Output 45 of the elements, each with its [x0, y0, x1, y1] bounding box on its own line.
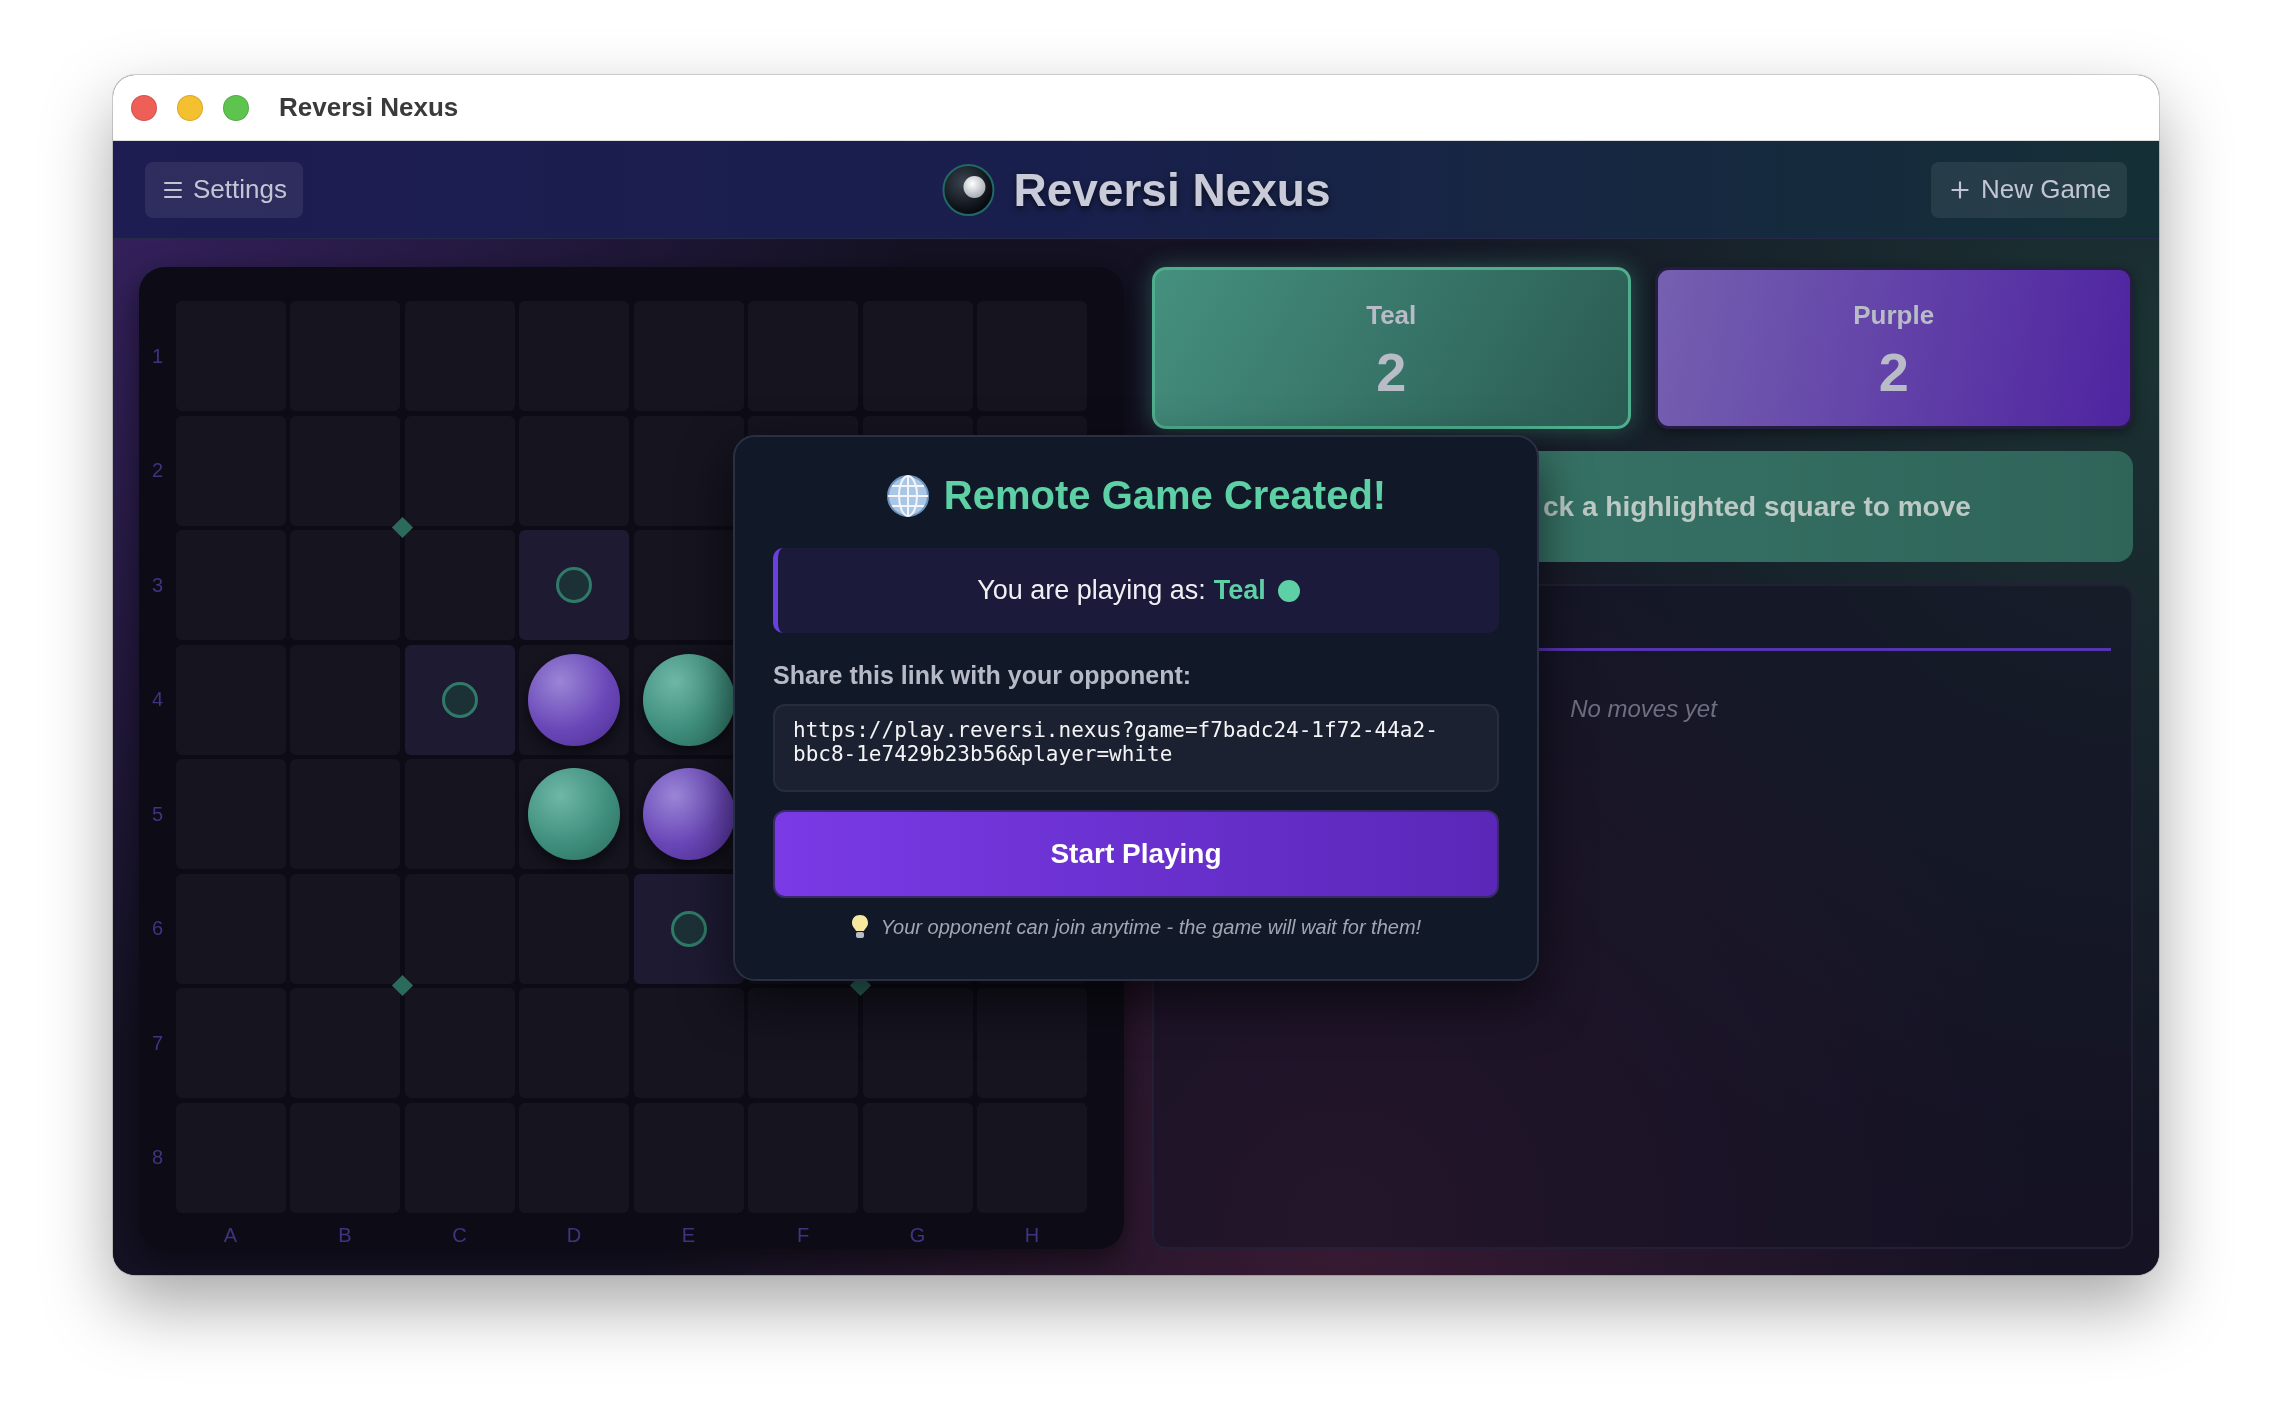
status-text: ck a highlighted square to move [1543, 490, 1971, 523]
player-name: Purple [1853, 300, 1935, 331]
row-label: 3 [151, 573, 164, 597]
player-name: Teal [1213, 575, 1266, 606]
column-label: H [1024, 1223, 1040, 1247]
move-hint-icon [670, 910, 707, 947]
assignment-label: You are playing as: [977, 575, 1206, 606]
start-playing-button[interactable]: Start Playing [773, 810, 1499, 898]
new-game-button[interactable]: New Game [1930, 161, 2127, 218]
close-icon[interactable] [131, 94, 157, 121]
row-label: 5 [151, 802, 164, 826]
row-label: 8 [151, 1146, 164, 1169]
app-title: Reversi Nexus [1013, 162, 1331, 217]
move-hint-icon [556, 567, 592, 603]
column-label: F [796, 1223, 810, 1247]
column-label: G [909, 1223, 926, 1247]
score-value: 2 [1878, 345, 1909, 399]
board-square[interactable] [519, 644, 629, 755]
column-label: E [681, 1223, 696, 1247]
maximize-icon[interactable] [223, 94, 249, 121]
tip-text: Your opponent can join anytime - the game will wait for them! [880, 915, 1422, 939]
dialog-title: Remote Game Created! [943, 473, 1387, 518]
player-name: Teal [1366, 300, 1417, 331]
column-label: C [452, 1223, 467, 1247]
row-label: 7 [151, 1031, 164, 1055]
row-label: 6 [151, 917, 164, 940]
share-label: Share this link with your opponent: [773, 661, 1193, 690]
row-label: 2 [151, 459, 164, 482]
minimize-icon[interactable] [177, 94, 203, 121]
link-field[interactable]: https://play.reversi.nexus?game=f7badc24-1f72-44a2-bbc8-1e7429b23b56&player=white [773, 704, 1499, 792]
window-title: Reversi Nexus [279, 92, 459, 123]
board-square[interactable] [519, 759, 629, 869]
move-hint-icon [441, 681, 478, 718]
row-label: 1 [151, 344, 164, 368]
settings-button[interactable]: Settings [145, 161, 303, 218]
column-label: B [338, 1223, 352, 1247]
empty-message: No moves yet [1570, 695, 1717, 723]
sphere-logo-icon [941, 162, 996, 217]
globe-icon [885, 473, 930, 518]
lightbulb-icon [850, 914, 869, 940]
column-label: D [566, 1223, 582, 1247]
column-label: A [223, 1223, 238, 1247]
player-dot-icon [1277, 579, 1300, 602]
score-value: 2 [1376, 345, 1407, 399]
row-label: 4 [151, 688, 164, 711]
